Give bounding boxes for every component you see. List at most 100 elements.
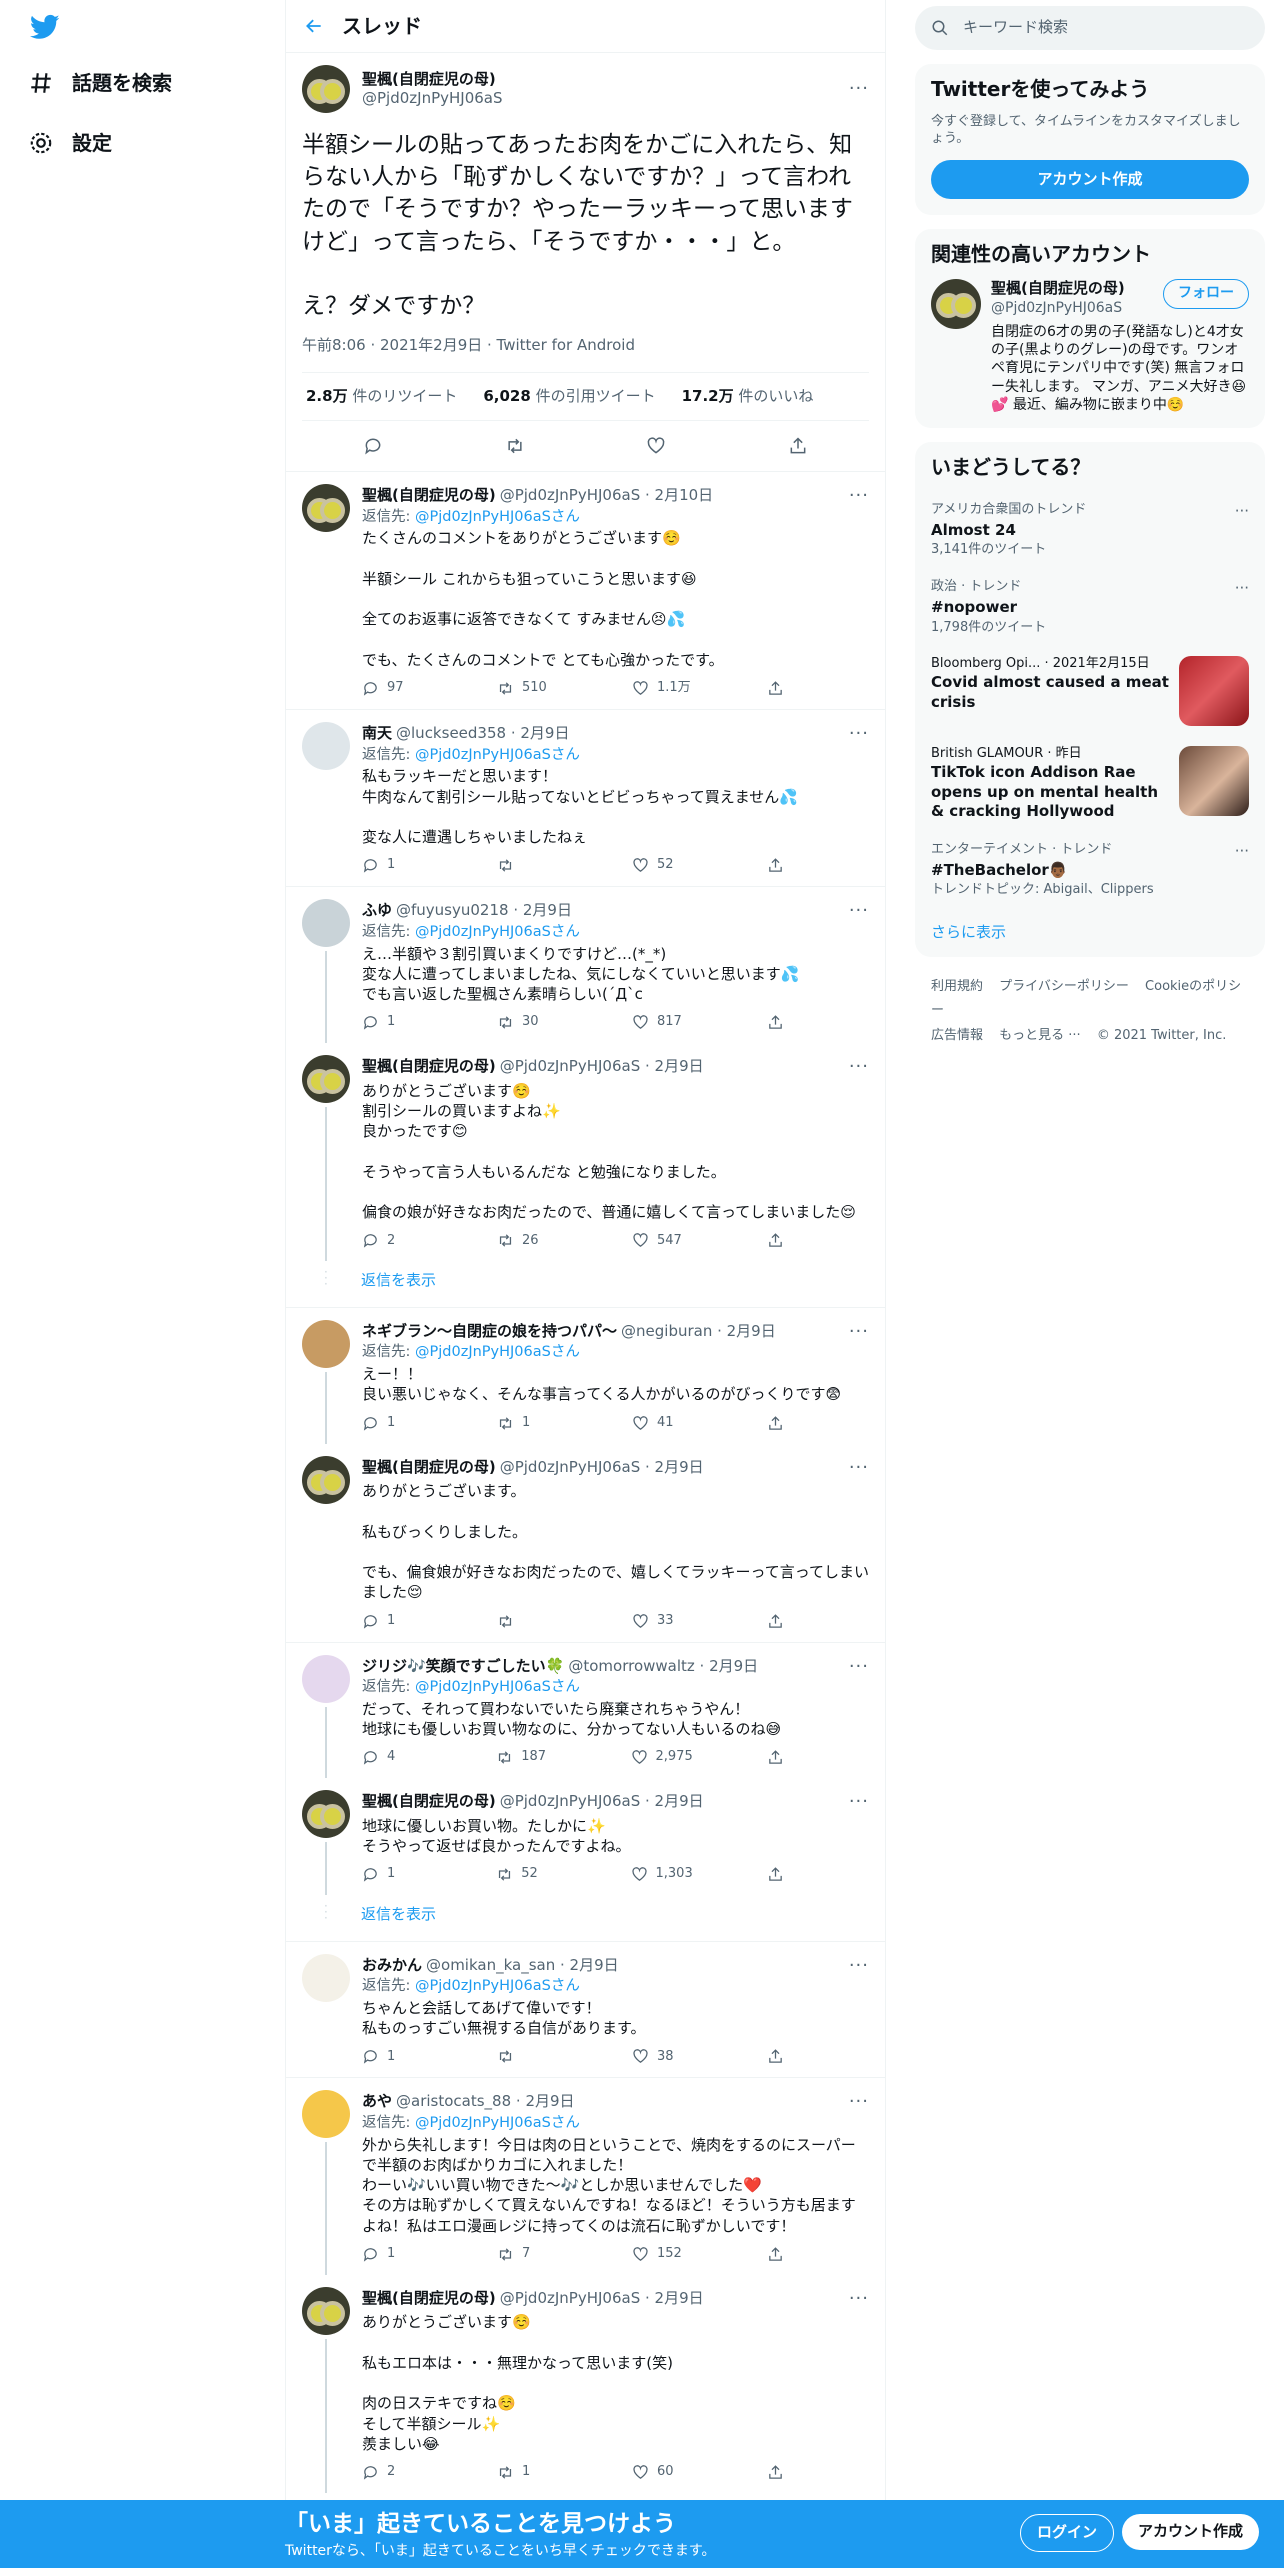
retweet-button[interactable]: 1 [497, 2464, 557, 2481]
retweet-button[interactable]: 510 [497, 680, 557, 697]
avatar[interactable] [302, 484, 350, 533]
explore-nav-item[interactable]: 話題を検索 [28, 70, 172, 96]
reply-tweet[interactable]: 聖楓(自閉症児の母) @Pjd0zJnPyHJ06aS · 2月9日 ··· ありがと… [286, 1043, 885, 1262]
share-button[interactable] [767, 1866, 787, 1883]
more-options-icon[interactable]: ··· [849, 722, 869, 745]
share-button[interactable] [767, 1014, 787, 1031]
replying-to-link[interactable]: @Pjd0zJnPyHJ06aSさん [415, 509, 580, 525]
reply-author-handle[interactable]: @Pjd0zJnPyHJ06aS · 2月10日 [500, 486, 713, 506]
reply-button[interactable]: 1 [362, 1014, 422, 1031]
related-handle[interactable]: @Pjd0zJnPyHJ06aS [991, 299, 1125, 317]
more-link[interactable]: もっと見る ··· [999, 1028, 1081, 1043]
reply-author-name[interactable]: 聖楓(自閉症児の母) [362, 486, 496, 506]
reply-button[interactable]: 1 [362, 1415, 422, 1432]
reply-button[interactable]: 1 [362, 2048, 422, 2065]
privacy-link[interactable]: プライバシーポリシー [999, 979, 1129, 994]
reply-button[interactable]: 1 [362, 2246, 422, 2263]
like-button[interactable]: 1.1万 [632, 680, 692, 697]
author-handle[interactable]: @Pjd0zJnPyHJ06aS [362, 89, 837, 109]
share-button[interactable] [767, 2246, 787, 2263]
reply-author-name[interactable]: ジリジ🎶笑顔ですごしたい🍀 [362, 1657, 564, 1677]
retweet-button[interactable]: 7 [497, 2246, 557, 2263]
reply-author-name[interactable]: 南天 [362, 724, 392, 744]
back-button[interactable] [286, 16, 342, 36]
more-options-icon[interactable]: ··· [849, 77, 869, 100]
reply-tweet[interactable]: 聖楓(自閉症児の母) @Pjd0zJnPyHJ06aS · 2月9日 ··· ありがと… [286, 2275, 885, 2494]
reply-author-name[interactable]: 聖楓(自閉症児の母) [362, 1057, 496, 1077]
like-button[interactable]: 1,303 [631, 1866, 693, 1883]
share-button[interactable] [767, 1415, 787, 1432]
settings-nav-item[interactable]: 設定 [28, 130, 112, 156]
reply-author-handle[interactable]: @Pjd0zJnPyHJ06aS · 2月9日 [500, 1458, 704, 1478]
reply-author-name[interactable]: 聖楓(自閉症児の母) [362, 2289, 496, 2309]
reply-tweet[interactable]: ふゆ @fuyusyu0218 · 2月9日 ··· 返信先: @Pjd0zJnPyH… [286, 887, 885, 1044]
retweet-button[interactable] [497, 1613, 557, 1630]
more-options-icon[interactable]: ··· [849, 1320, 869, 1343]
retweet-button[interactable]: 187 [496, 1749, 556, 1766]
ads-info-link[interactable]: 広告情報 [931, 1028, 983, 1043]
search-input[interactable]: キーワード検索 [915, 6, 1265, 50]
retweet-button[interactable]: 30 [497, 1014, 557, 1031]
share-button[interactable] [767, 857, 787, 874]
reply-button[interactable]: 1 [362, 1866, 422, 1883]
terms-link[interactable]: 利用規約 [931, 979, 983, 994]
more-options-icon[interactable]: ··· [849, 2287, 869, 2310]
more-options-icon[interactable]: ··· [849, 2090, 869, 2113]
reply-author-name[interactable]: 聖楓(自閉症児の母) [362, 1458, 496, 1478]
avatar[interactable] [302, 1654, 350, 1703]
reply-author-handle[interactable]: @fuyusyu0218 · 2月9日 [396, 901, 572, 921]
more-options-icon[interactable]: ··· [1235, 502, 1249, 522]
retweet-count[interactable]: 2.8万 件のリツイート [306, 387, 457, 407]
reply-button[interactable]: 97 [362, 680, 422, 697]
reply-author-handle[interactable]: @Pjd0zJnPyHJ06aS · 2月9日 [500, 1792, 704, 1812]
replying-to-link[interactable]: @Pjd0zJnPyHJ06aSさん [415, 747, 580, 763]
follow-button[interactable]: フォロー [1163, 279, 1249, 310]
more-options-icon[interactable]: ··· [849, 1790, 869, 1813]
reply-author-name[interactable]: ネギブラン〜自閉症の娘を持つパパ〜 [362, 1322, 617, 1342]
reply-author-handle[interactable]: @Pjd0zJnPyHJ06aS · 2月9日 [500, 1057, 704, 1077]
reply-author-handle[interactable]: @Pjd0zJnPyHJ06aS · 2月9日 [500, 2289, 704, 2309]
avatar[interactable] [302, 1319, 350, 1368]
like-button[interactable]: 817 [632, 1014, 692, 1031]
replying-to-link[interactable]: @Pjd0zJnPyHJ06aSさん [415, 924, 580, 940]
signup-button[interactable]: アカウント作成 [1122, 2514, 1260, 2550]
reply-button[interactable]: 1 [362, 1613, 422, 1630]
login-button[interactable]: ログイン [1020, 2514, 1115, 2552]
retweet-button[interactable] [497, 2048, 557, 2065]
retweet-button[interactable]: 1 [497, 1415, 557, 1432]
trend-item[interactable]: アメリカ合衆国のトレンド Almost 24 3,141件のツイート ··· [915, 492, 1265, 569]
reply-author-name[interactable]: 聖楓(自閉症児の母) [362, 1792, 496, 1812]
avatar[interactable] [302, 1055, 350, 1104]
reply-tweet[interactable]: 南天 @luckseed358 · 2月9日 ··· 返信先: @Pjd0zJnPyH… [286, 710, 885, 888]
reply-tweet[interactable]: あや @aristocats_88 · 2月9日 ··· 返信先: @Pjd0zJnP… [286, 2078, 885, 2275]
share-button[interactable] [767, 1749, 787, 1766]
reply-tweet[interactable]: ジリジ🎶笑顔ですごしたい🍀 @tomorrowwaltz · 2月9日 ··· 返信先… [286, 1643, 885, 1779]
more-options-icon[interactable]: ··· [849, 1655, 869, 1678]
reply-author-handle[interactable]: @omikan_ka_san · 2月9日 [426, 1956, 619, 1976]
tweet-timestamp[interactable]: 午前8:06 · 2021年2月9日 · Twitter for Android [302, 336, 869, 356]
reply-tweet[interactable]: 聖楓(自閉症児の母) @Pjd0zJnPyHJ06aS · 2月9日 ··· ありがと… [286, 1444, 885, 1643]
reply-button[interactable]: 4 [362, 1749, 422, 1766]
reply-author-name[interactable]: あや [362, 2092, 392, 2112]
avatar[interactable] [302, 1953, 350, 2002]
like-button[interactable]: 60 [632, 2464, 692, 2481]
like-button[interactable]: 2,975 [631, 1749, 693, 1766]
like-button[interactable]: 38 [632, 2048, 692, 2065]
avatar[interactable] [302, 2090, 350, 2139]
share-button[interactable] [767, 1232, 787, 1249]
avatar[interactable] [302, 65, 350, 113]
like-button[interactable]: 547 [632, 1232, 692, 1249]
quote-count[interactable]: 6,028 件の引用ツイート [483, 387, 655, 407]
share-icon[interactable] [788, 436, 808, 456]
reply-tweet[interactable]: 聖楓(自閉症児の母) @Pjd0zJnPyHJ06aS · 2月9日 ··· 地球に優… [286, 1778, 885, 1896]
share-button[interactable] [767, 1613, 787, 1630]
replying-to-link[interactable]: @Pjd0zJnPyHJ06aSさん [415, 1679, 580, 1695]
reply-author-handle[interactable]: @tomorrowwaltz · 2月9日 [568, 1657, 758, 1677]
replying-to-link[interactable]: @Pjd0zJnPyHJ06aSさん [415, 1978, 580, 1994]
avatar[interactable] [302, 1790, 350, 1839]
avatar[interactable] [302, 899, 350, 948]
retweet-icon[interactable] [505, 436, 525, 456]
news-item[interactable]: Bloomberg Opi... · 2021年2月15日 Covid almo… [915, 646, 1265, 736]
reply-author-handle[interactable]: @negiburan · 2月9日 [621, 1322, 776, 1342]
reply-icon[interactable] [363, 436, 383, 456]
